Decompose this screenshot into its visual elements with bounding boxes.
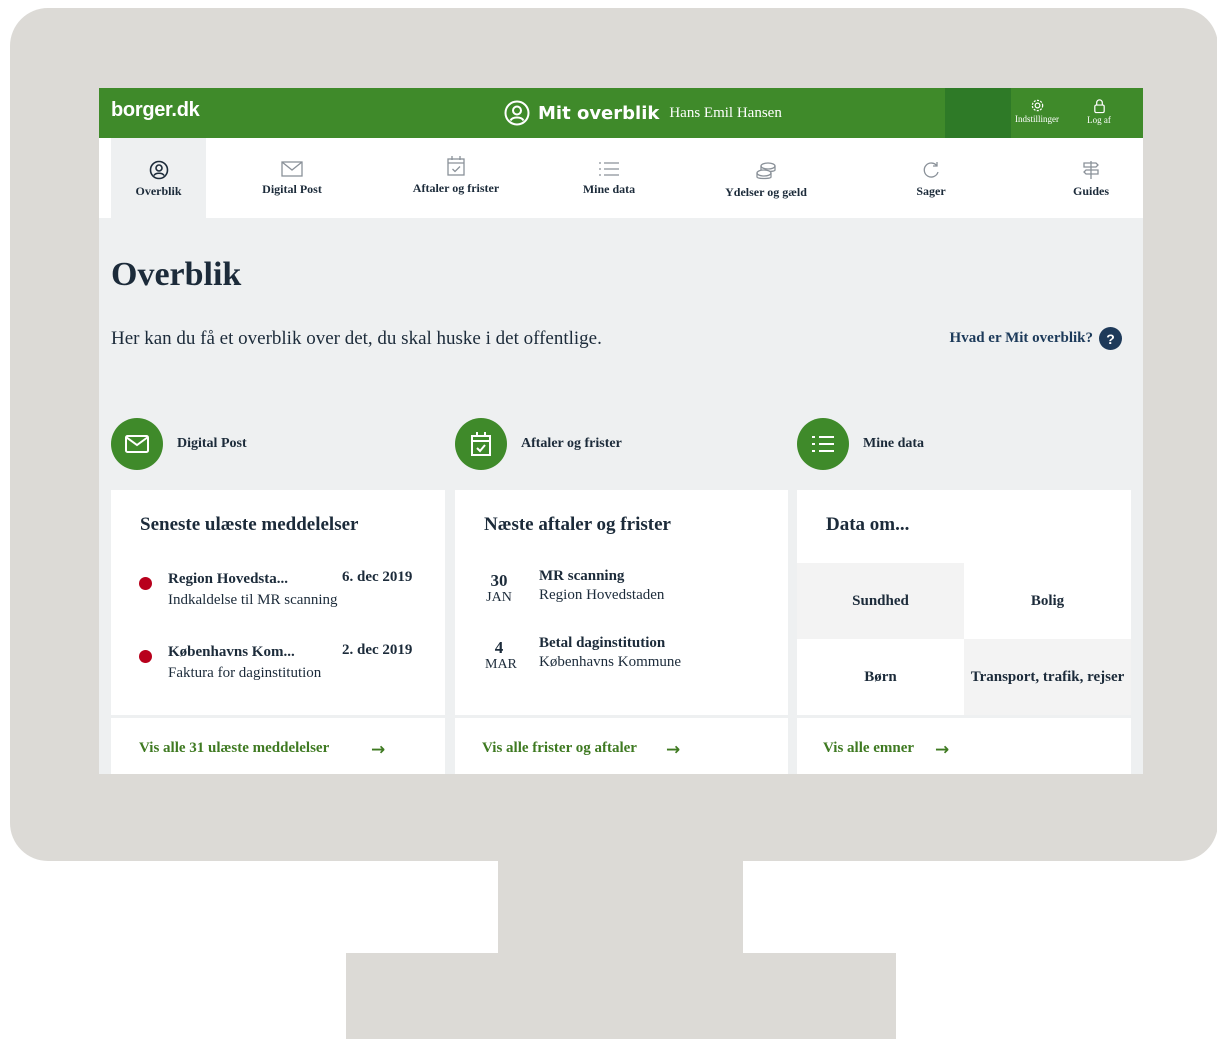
topic-born[interactable]: Børn — [797, 639, 964, 715]
list-icon — [797, 418, 849, 470]
nav-label: Guides — [1072, 184, 1109, 198]
page-intro: Her kan du få et overblik over det, du s… — [111, 328, 602, 349]
monitor-stand-neck — [498, 861, 743, 956]
user-circle-icon — [149, 160, 168, 180]
message-sender: Københavns Kom... — [168, 644, 295, 660]
envelope-icon — [111, 418, 163, 470]
card-footer: Vis alle emner → — [797, 715, 1131, 774]
coins-icon — [756, 162, 776, 180]
borger-logo[interactable]: borger.dk — [111, 99, 200, 122]
nav-tab-mine-data[interactable]: Mine data — [569, 138, 649, 218]
appointment-subtitle: Københavns Kommune — [539, 654, 682, 670]
settings-button[interactable]: Indstillinger — [1007, 98, 1067, 125]
help-link[interactable]: Hvad er Mit overblik? ? — [950, 327, 1122, 350]
appointments-card: Næste aftaler og frister 30 JAN MR scann… — [455, 490, 788, 774]
unread-indicator — [139, 650, 152, 663]
app-title: Mit overblik Hans Emil Hansen — [504, 100, 782, 126]
topic-sundhed[interactable]: Sundhed — [797, 563, 964, 639]
signpost-icon — [1083, 161, 1099, 179]
question-icon: ? — [1099, 327, 1122, 350]
message-sender: Region Hovedsta... — [168, 571, 288, 587]
card-footer: Vis alle 31 ulæste meddelelser → — [111, 715, 445, 774]
nav-tab-ydelser[interactable]: Ydelser og gæld — [716, 138, 816, 218]
section-header-mine-data[interactable]: Mine data — [797, 418, 924, 470]
show-all-appointments-link[interactable]: Vis alle frister og aftaler — [482, 740, 637, 757]
nav-tab-guides[interactable]: Guides — [1061, 138, 1121, 218]
top-bar: borger.dk Mit overblik Hans Emil Hansen … — [99, 88, 1143, 138]
help-link-text: Hvad er Mit overblik? — [949, 330, 1093, 346]
nav-label: Digital Post — [262, 182, 322, 196]
main-nav: Overblik Digital Post Aftaler og frister… — [99, 138, 1143, 218]
nav-label: Overblik — [135, 184, 182, 198]
section-label: Aftaler og frister — [521, 436, 622, 451]
appointment-day: 4 — [494, 638, 504, 657]
unread-indicator — [139, 577, 152, 590]
nav-label: Mine data — [582, 182, 636, 196]
appointment-day: 30 — [490, 571, 508, 590]
section-label: Mine data — [863, 436, 925, 451]
section-header-digital-post[interactable]: Digital Post — [111, 418, 247, 470]
appointment-subtitle: Region Hovedstaden — [539, 587, 665, 603]
card-title: Næste aftaler og frister — [484, 514, 671, 535]
user-name: Hans Emil Hansen — [669, 104, 782, 121]
nav-label: Sager — [916, 184, 946, 198]
arrow-right-icon[interactable]: → — [935, 740, 949, 760]
show-all-messages-link[interactable]: Vis alle 31 ulæste meddelelser — [139, 740, 329, 757]
page-title: Overblik — [111, 256, 242, 293]
lock-icon — [1093, 99, 1105, 114]
appointment-title: MR scanning — [539, 568, 625, 584]
gear-icon — [1031, 99, 1043, 112]
nav-tab-aftaler[interactable]: Aftaler og frister — [401, 138, 511, 218]
logout-button[interactable]: Log af — [1069, 98, 1129, 126]
nav-tab-sager[interactable]: Sager — [901, 138, 961, 218]
card-title: Data om... — [826, 514, 910, 535]
appointment-month: JAN — [486, 590, 512, 605]
section-label: Digital Post — [177, 436, 247, 451]
list-icon — [599, 162, 619, 176]
nav-tab-digital-post[interactable]: Digital Post — [242, 138, 342, 218]
header-highlight — [945, 88, 1011, 138]
message-date: 6. dec 2019 — [342, 569, 413, 585]
section-header-aftaler[interactable]: Aftaler og frister — [455, 418, 622, 470]
user-circle-icon — [504, 100, 530, 126]
refresh-icon — [923, 162, 939, 178]
appointment-title: Betal daginstitution — [539, 635, 666, 651]
message-subject: Faktura for daginstitution — [168, 665, 322, 681]
monitor-stand-base — [346, 953, 896, 1039]
topic-bolig[interactable]: Bolig — [964, 563, 1131, 639]
digital-post-card: Seneste ulæste meddelelser Region Hoveds… — [111, 490, 445, 774]
envelope-icon — [281, 161, 303, 177]
arrow-right-icon[interactable]: → — [371, 740, 385, 760]
message-date: 2. dec 2019 — [342, 642, 413, 658]
logout-label: Log af — [1087, 115, 1111, 125]
settings-label: Indstillinger — [1015, 114, 1059, 124]
card-title: Seneste ulæste meddelelser — [140, 514, 359, 535]
message-subject: Indkaldelse til MR scanning — [168, 592, 338, 608]
calendar-check-icon — [455, 418, 507, 470]
topic-transport[interactable]: Transport, trafik, rejser — [964, 639, 1131, 715]
screen: borger.dk Mit overblik Hans Emil Hansen … — [99, 88, 1143, 774]
nav-tab-overblik[interactable]: Overblik — [111, 138, 206, 218]
mine-data-card: Data om... Sundhed Bolig Børn Transport,… — [797, 490, 1131, 774]
nav-label: Ydelser og gæld — [725, 185, 807, 199]
appointment-month: MAR — [485, 657, 517, 672]
arrow-right-icon[interactable]: → — [666, 740, 680, 760]
card-footer: Vis alle frister og aftaler → — [455, 715, 788, 774]
calendar-check-icon — [447, 156, 465, 176]
show-all-topics-link[interactable]: Vis alle emner — [823, 740, 914, 757]
app-title-text: Mit overblik — [538, 102, 660, 124]
nav-label: Aftaler og frister — [412, 181, 500, 195]
